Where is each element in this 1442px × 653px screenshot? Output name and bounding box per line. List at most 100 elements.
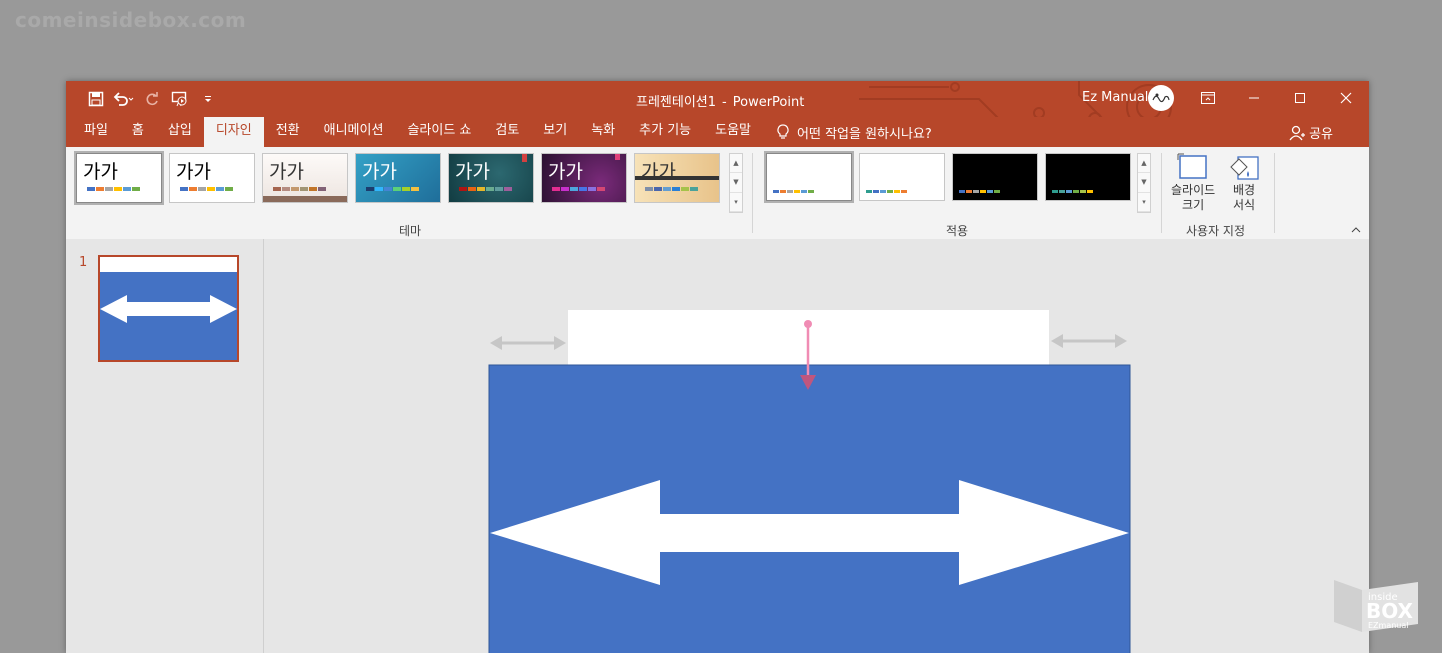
tab-view[interactable]: 보기 <box>531 117 579 147</box>
left-resize-annotation <box>490 336 566 350</box>
maximize-button[interactable] <box>1277 81 1323 115</box>
svg-text:BOX: BOX <box>1366 599 1414 623</box>
minimize-button[interactable] <box>1231 81 1277 115</box>
tab-animations[interactable]: 애니메이션 <box>312 117 396 147</box>
more-icon[interactable]: ▾ <box>1138 193 1150 212</box>
ribbon-display-icon <box>1201 92 1215 104</box>
powerpoint-window: 프레젠테이션1- PowerPoint Ez Manual 파일 홈 삽입 디자… <box>66 81 1369 653</box>
theme-office[interactable]: 가가 <box>74 151 164 205</box>
tab-design[interactable]: 디자인 <box>203 117 264 147</box>
format-background-button[interactable]: 배경 서식 <box>1228 153 1260 213</box>
maximize-icon <box>1295 93 1305 103</box>
theme-color-bars <box>180 187 233 191</box>
theme-ion-boardroom[interactable]: 가가 <box>448 153 534 203</box>
variant-2[interactable] <box>859 153 945 201</box>
tab-home[interactable]: 홈 <box>120 117 156 147</box>
save-button[interactable] <box>84 89 108 109</box>
tab-review[interactable]: 검토 <box>483 117 531 147</box>
minimize-icon <box>1249 97 1259 99</box>
variant-color-bars <box>773 190 814 193</box>
theme-color-bars <box>87 187 140 191</box>
more-icon[interactable]: ▾ <box>730 193 742 212</box>
slide-thumbnail[interactable] <box>98 255 239 362</box>
theme-sample-text: 가가 <box>176 161 211 183</box>
slide-editor <box>264 239 1369 653</box>
window-title: 프레젠테이션1- PowerPoint <box>636 91 804 110</box>
svg-text:EZmanual: EZmanual <box>1368 621 1409 630</box>
format-background-icon <box>1230 156 1259 180</box>
share-button[interactable]: 공유 <box>1289 123 1333 142</box>
close-button[interactable] <box>1323 81 1369 115</box>
theme-office-2[interactable]: 가가 <box>169 153 255 203</box>
start-from-beginning-button[interactable] <box>168 89 192 109</box>
theme-color-bars <box>459 187 512 191</box>
account-name[interactable]: Ez Manual <box>1082 90 1148 105</box>
slide-canvas <box>488 310 1131 653</box>
tab-insert[interactable]: 삽입 <box>156 117 204 147</box>
slide-thumbnail-pane: 1 <box>66 239 264 653</box>
scroll-down-icon[interactable]: ▼ <box>730 173 742 193</box>
theme-sample-text: 가가 <box>362 161 397 183</box>
tell-me-text: 어떤 작업을 원하시나요? <box>797 126 932 142</box>
variant-color-bars <box>959 190 1000 193</box>
slide-size-button[interactable]: 슬라이드 크기 <box>1171 153 1215 213</box>
close-icon <box>1340 92 1352 104</box>
theme-accent-tab <box>522 154 527 162</box>
variants-gallery <box>764 151 1131 203</box>
tab-slide-show[interactable]: 슬라이드 쇼 <box>395 117 483 147</box>
tab-file[interactable]: 파일 <box>72 117 120 147</box>
scroll-down-icon[interactable]: ▼ <box>1138 173 1150 193</box>
collapse-ribbon-button[interactable] <box>1351 225 1361 236</box>
format-background-label-1: 배경 <box>1232 183 1256 197</box>
watermark-text: comeinsidebox.com <box>15 8 247 32</box>
tab-help[interactable]: 도움말 <box>703 117 763 147</box>
app-name: PowerPoint <box>732 95 805 110</box>
variants-gallery-scroll[interactable]: ▲ ▼ ▾ <box>1137 153 1151 213</box>
redo-icon <box>146 92 158 106</box>
right-resize-annotation <box>1051 334 1127 348</box>
theme-sample-text: 가가 <box>269 161 304 183</box>
theme-organic[interactable]: 가가 <box>541 153 627 203</box>
window-controls <box>1185 81 1369 115</box>
tab-record[interactable]: 녹화 <box>579 117 627 147</box>
start-from-beginning-icon <box>171 91 187 107</box>
ribbon-display-options-button[interactable] <box>1185 81 1231 115</box>
undo-icon <box>113 92 134 106</box>
save-icon <box>88 91 104 107</box>
themes-group-label: 테마 <box>399 224 422 238</box>
customize-qat-button[interactable] <box>196 89 220 109</box>
variant-4[interactable] <box>1045 153 1131 201</box>
variant-color-bars <box>1052 190 1093 193</box>
theme-color-bars <box>273 187 326 191</box>
quick-access-toolbar <box>84 89 220 109</box>
themes-gallery-scroll[interactable]: ▲ ▼ ▾ <box>729 153 743 213</box>
share-label: 공유 <box>1309 127 1333 142</box>
scroll-up-icon[interactable]: ▲ <box>1138 154 1150 174</box>
customize-qat-icon <box>205 96 211 102</box>
ribbon-design: 가가 가가 가가 가가 가가 가가 가가 ▲ ▼ ▾ 테마 ▲ ▼ ▾ 적용 슬… <box>66 147 1369 240</box>
scroll-up-icon[interactable]: ▲ <box>730 154 742 174</box>
ribbon-tabs: 파일 홈 삽입 디자인 전환 애니메이션 슬라이드 쇼 검토 보기 녹화 추가 … <box>72 117 932 147</box>
theme-ion[interactable]: 가가 <box>355 153 441 203</box>
theme-sample-text: 가가 <box>83 161 118 183</box>
tab-add-ins[interactable]: 추가 기능 <box>627 117 703 147</box>
theme-footer-band <box>263 196 347 202</box>
customize-group-label: 사용자 지정 <box>1186 224 1246 238</box>
theme-sample-text: 가가 <box>455 161 490 183</box>
theme-facet[interactable]: 가가 <box>262 153 348 203</box>
theme-retrospect[interactable]: 가가 <box>634 153 720 203</box>
tell-me-search[interactable]: 어떤 작업을 원하시나요? <box>777 123 932 142</box>
avatar[interactable] <box>1148 85 1174 111</box>
slide-size-icon <box>1177 153 1207 179</box>
group-divider <box>752 153 753 233</box>
avatar-logo-icon <box>1152 93 1170 103</box>
variants-group-label: 적용 <box>946 224 969 238</box>
theme-color-bars <box>366 187 419 191</box>
undo-button[interactable] <box>112 89 136 109</box>
redo-button[interactable] <box>140 89 164 109</box>
theme-color-bars <box>645 187 698 191</box>
variant-3[interactable] <box>952 153 1038 201</box>
variant-1[interactable] <box>764 151 854 203</box>
title-bar: 프레젠테이션1- PowerPoint Ez Manual <box>66 81 1369 134</box>
tab-transitions[interactable]: 전환 <box>264 117 312 147</box>
